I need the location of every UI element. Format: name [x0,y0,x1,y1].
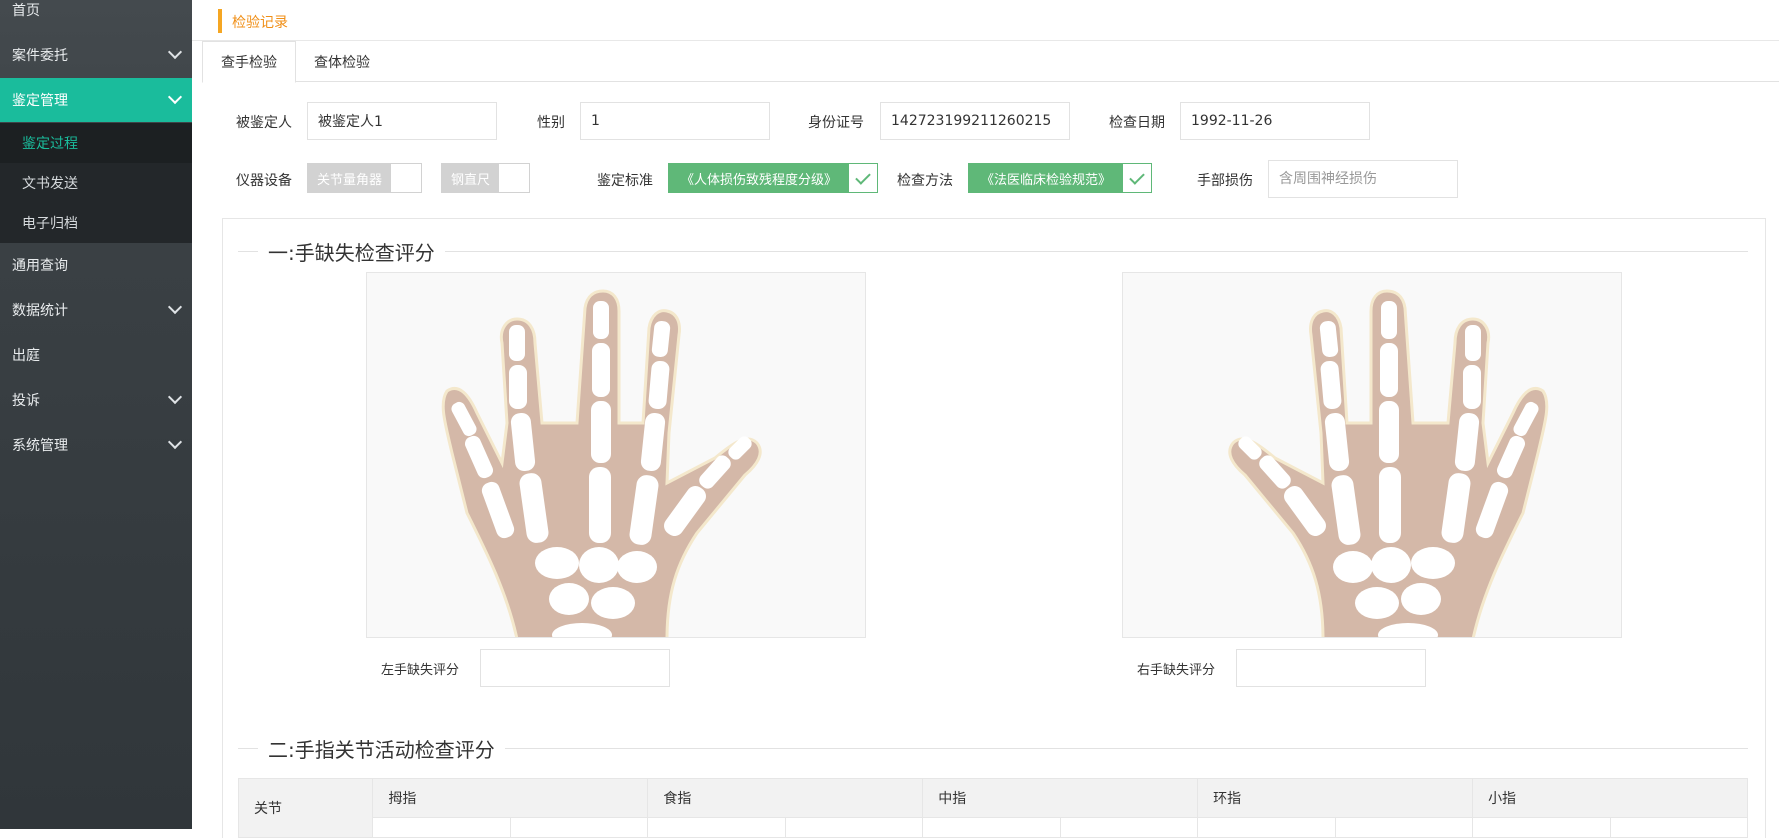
sidebar-subitem-document-send[interactable]: 文书发送 [0,163,192,203]
tab-hand-exam[interactable]: 查手检验 [202,41,296,83]
sidebar-item-label: 系统管理 [12,438,68,454]
instrument-ruler-toggle[interactable]: 钢直尺 [441,163,531,193]
sidebar-item-label: 数据统计 [12,303,68,319]
sidebar-subitem-label: 鉴定过程 [22,136,78,152]
left-hand-diagram[interactable] [366,272,866,638]
sidebar-item-label: 鉴定管理 [12,93,68,109]
standard-label: 鉴定标准 [597,173,653,189]
sidebar-item-label: 首页 [12,3,40,19]
method-label: 检查方法 [897,173,953,189]
sidebar-subitem-e-archive[interactable]: 电子归档 [0,203,192,243]
toggle-box [499,164,530,192]
table-cell [1334,817,1474,838]
gender-input[interactable] [580,102,770,140]
hand-injury-label: 手部损伤 [1197,173,1253,189]
sidebar-item-label: 投诉 [12,393,40,409]
sidebar-item-general-query[interactable]: 通用查询 [0,243,192,287]
chevron-down-icon [167,389,183,405]
right-score-label: 右手缺失评分 [1137,663,1216,678]
table-header-thumb: 拇指 [372,778,649,818]
left-score-label: 左手缺失评分 [381,663,460,678]
id-number-label: 身份证号 [808,115,864,131]
table-cell [784,817,924,838]
check-icon [849,164,878,192]
hand-skeleton-icon [441,289,762,637]
table-header-middle: 中指 [922,778,1199,818]
id-number-input[interactable] [880,102,1070,140]
exam-date-label: 检查日期 [1109,115,1165,131]
tab-label: 查手检验 [221,55,277,71]
sidebar-item-label: 通用查询 [12,258,68,274]
hand-injury-input[interactable] [1268,160,1458,198]
instruments-label: 仪器设备 [236,173,292,189]
table-subheader-row [239,817,1749,838]
sidebar-item-case-entrust[interactable]: 案件委托 [0,33,192,77]
table-cell [647,817,786,838]
table-header-little: 小指 [1472,778,1748,818]
standard-checkbox[interactable]: 《人体损伤致残程度分级》 [668,163,879,193]
right-hand-diagram[interactable] [1122,272,1622,638]
subject-input[interactable] [307,102,497,140]
sidebar-item-complaint[interactable]: 投诉 [0,378,192,422]
sidebar-subitem-label: 文书发送 [22,176,78,192]
chevron-down-icon [167,89,183,105]
gender-label: 性别 [537,115,565,131]
table-cell [372,817,511,838]
table-cell [1197,817,1336,838]
toggle-box [391,164,422,192]
breadcrumb-accent-bar [218,9,222,33]
subject-label: 被鉴定人 [236,115,292,131]
table-header-ring: 环指 [1197,778,1474,818]
chevron-down-icon [167,44,183,60]
sidebar-item-system-management[interactable]: 系统管理 [0,423,192,467]
method-checkbox[interactable]: 《法医临床检验规范》 [968,163,1153,193]
table-cell [509,817,649,838]
chevron-down-icon [167,434,183,450]
sidebar-item-home[interactable]: 首页 [0,0,192,32]
joint-score-table: 关节 拇指 食指 中指 环指 小指 [237,778,1749,838]
instrument-option-label: 关节量角器 [308,164,392,192]
sidebar-item-label: 案件委托 [12,48,68,64]
tab-label: 查体检验 [314,55,370,71]
check-icon [1123,164,1152,192]
right-score-input[interactable] [1236,649,1426,687]
sidebar: 首页 案件委托 鉴定管理 鉴定过程 文书发送 电子归档 通用查询 数据统计 出庭… [0,0,192,829]
table-cell [1472,817,1611,838]
table-header-index: 食指 [647,778,924,818]
sidebar-item-court[interactable]: 出庭 [0,333,192,377]
sidebar-item-statistics[interactable]: 数据统计 [0,288,192,332]
sidebar-item-appraisal-management[interactable]: 鉴定管理 [0,78,192,122]
breadcrumb: 检验记录 [192,0,1779,41]
table-cell [922,817,1061,838]
chevron-down-icon [167,299,183,315]
sidebar-submenu: 鉴定过程 文书发送 电子归档 [0,123,192,243]
sidebar-subitem-appraisal-process[interactable]: 鉴定过程 [0,123,192,163]
breadcrumb-title[interactable]: 检验记录 [232,12,288,32]
sidebar-subitem-label: 电子归档 [22,216,78,232]
instrument-option-label: 钢直尺 [442,164,500,192]
table-header-row: 关节 拇指 食指 中指 环指 小指 [237,778,1748,838]
hand-skeleton-icon [1228,289,1549,637]
left-score-input[interactable] [480,649,670,687]
tab-bar: 查手检验 查体检验 [202,41,1779,83]
section1-title: 一:手缺失检查评分 [258,237,445,266]
instrument-goniometer-toggle[interactable]: 关节量角器 [307,163,423,193]
table-cell [1059,817,1199,838]
section2-title: 二:手指关节活动检查评分 [258,734,505,763]
table-cell [1609,817,1749,838]
method-value: 《法医临床检验规范》 [969,164,1124,192]
standard-value: 《人体损伤致残程度分级》 [669,164,850,192]
section-divider [238,251,1748,252]
tab-body-exam[interactable]: 查体检验 [296,41,388,83]
sidebar-item-label: 出庭 [12,348,40,364]
exam-date-input[interactable] [1180,102,1370,140]
